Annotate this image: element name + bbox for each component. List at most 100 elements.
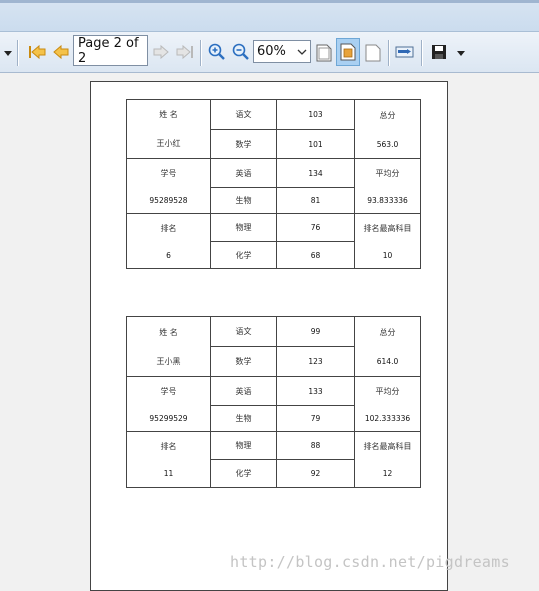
actual-size-button[interactable] <box>313 41 335 65</box>
fit-page-button[interactable] <box>336 38 360 66</box>
watermark-text: http://blog.csdn.net/pigdreams <box>230 553 510 571</box>
toolbar-menu-dropdown[interactable] <box>2 47 14 59</box>
subject-name: 数学 <box>210 346 277 377</box>
name-label: 姓 名 <box>159 327 178 337</box>
average-value: 93.833336 <box>367 195 408 205</box>
id-cell: 学号 95289528 <box>126 158 211 214</box>
subject-score: 99 <box>276 316 355 347</box>
rank-value: 11 <box>163 469 174 478</box>
name-cell: 姓 名 王小红 <box>126 99 211 159</box>
name-label: 姓 名 <box>159 110 178 119</box>
top-subject-value: 12 <box>382 469 393 478</box>
name-value: 王小黑 <box>156 356 181 366</box>
fit-width-button[interactable] <box>362 41 384 65</box>
total-cell: 总分 614.0 <box>354 316 421 377</box>
id-label: 学号 <box>160 386 177 396</box>
top-subject-label: 排名最高科目 <box>363 442 412 451</box>
average-label: 平均分 <box>375 168 400 178</box>
subject-score: 88 <box>276 431 355 460</box>
toolbar-separator <box>388 40 390 66</box>
chevron-down-icon <box>297 49 307 55</box>
subject-score: 79 <box>276 405 355 432</box>
name-value: 王小红 <box>156 139 181 148</box>
student-record-table: 姓 名 王小黑 语文 99 总分 614.0 数学 123 学号 9529952… <box>126 316 421 488</box>
subject-name: 物理 <box>210 431 277 460</box>
subject-score: 92 <box>276 459 355 488</box>
subject-name: 数学 <box>210 129 277 159</box>
subject-score: 76 <box>276 213 355 242</box>
arrow-right-icon <box>153 44 169 60</box>
last-page-button[interactable] <box>174 41 196 63</box>
zoom-level-text: 60% <box>257 44 286 59</box>
name-cell: 姓 名 王小黑 <box>126 316 211 377</box>
student-record-table: 姓 名 王小红 语文 103 总分 563.0 数学 101 学号 952895… <box>126 99 421 269</box>
zoom-out-icon <box>232 43 249 60</box>
arrow-left-icon <box>53 44 69 60</box>
top-subject-cell: 排名最高科目 10 <box>354 213 421 269</box>
page-fit-icon <box>340 43 356 61</box>
rank-cell: 排名 6 <box>126 213 211 269</box>
zoom-level-select[interactable]: 60% <box>253 40 311 63</box>
total-cell: 总分 563.0 <box>354 99 421 159</box>
subject-name: 生物 <box>210 405 277 432</box>
previous-page-button[interactable] <box>50 41 72 63</box>
save-options-dropdown[interactable] <box>454 47 468 59</box>
subject-score: 134 <box>276 158 355 188</box>
id-value: 95299529 <box>149 413 188 423</box>
chevron-down-icon <box>457 50 465 56</box>
top-subject-value: 10 <box>382 250 393 260</box>
average-value: 102.333336 <box>364 413 411 423</box>
total-label: 总分 <box>379 110 396 120</box>
window-titlebar <box>0 0 539 32</box>
last-page-icon <box>176 44 193 60</box>
total-label: 总分 <box>379 328 396 337</box>
average-cell: 平均分 102.333336 <box>354 376 421 432</box>
id-label: 学号 <box>160 168 177 178</box>
subject-score: 101 <box>276 129 355 159</box>
subject-name: 化学 <box>210 459 277 488</box>
rank-label: 排名 <box>160 223 177 233</box>
report-page: 姓 名 王小红 语文 103 总分 563.0 数学 101 学号 952895… <box>90 81 448 591</box>
toolbar-separator <box>421 40 423 66</box>
total-value: 614.0 <box>376 357 399 366</box>
page-number-text: Page 2 of 2 <box>78 35 139 66</box>
subject-name: 语文 <box>210 316 277 347</box>
rank-label: 排名 <box>160 442 177 451</box>
rank-cell: 排名 11 <box>126 431 211 488</box>
subject-name: 英语 <box>210 158 277 188</box>
subject-name: 英语 <box>210 376 277 406</box>
toolbar-separator <box>17 40 19 66</box>
first-page-button[interactable] <box>26 41 48 63</box>
top-subject-label: 排名最高科目 <box>363 223 412 233</box>
average-cell: 平均分 93.833336 <box>354 158 421 214</box>
page-actual-size-icon <box>316 44 332 62</box>
subject-score: 133 <box>276 376 355 406</box>
save-icon <box>432 45 446 59</box>
page-width-icon <box>365 44 381 62</box>
rank-value: 6 <box>166 250 171 260</box>
zoom-in-icon <box>208 43 225 60</box>
page-number-field[interactable]: Page 2 of 2 <box>73 35 148 66</box>
subject-score: 123 <box>276 346 355 377</box>
subject-score: 103 <box>276 99 355 130</box>
subject-name: 生物 <box>210 187 277 214</box>
zoom-in-button[interactable] <box>206 41 228 63</box>
toolbar-separator <box>200 40 202 66</box>
subject-name: 语文 <box>210 99 277 130</box>
next-page-button[interactable] <box>150 41 172 63</box>
zoom-out-button[interactable] <box>230 41 252 63</box>
export-icon <box>395 46 414 58</box>
subject-name: 化学 <box>210 241 277 269</box>
top-subject-cell: 排名最高科目 12 <box>354 431 421 488</box>
total-value: 563.0 <box>376 139 399 149</box>
subject-score: 81 <box>276 187 355 214</box>
chevron-down-icon <box>4 50 12 56</box>
subject-score: 68 <box>276 241 355 269</box>
export-button[interactable] <box>393 41 417 63</box>
subject-name: 物理 <box>210 213 277 242</box>
id-cell: 学号 95299529 <box>126 376 211 432</box>
id-value: 95289528 <box>149 195 188 205</box>
save-button[interactable] <box>428 41 450 63</box>
first-page-icon <box>29 44 46 60</box>
average-label: 平均分 <box>375 386 400 396</box>
